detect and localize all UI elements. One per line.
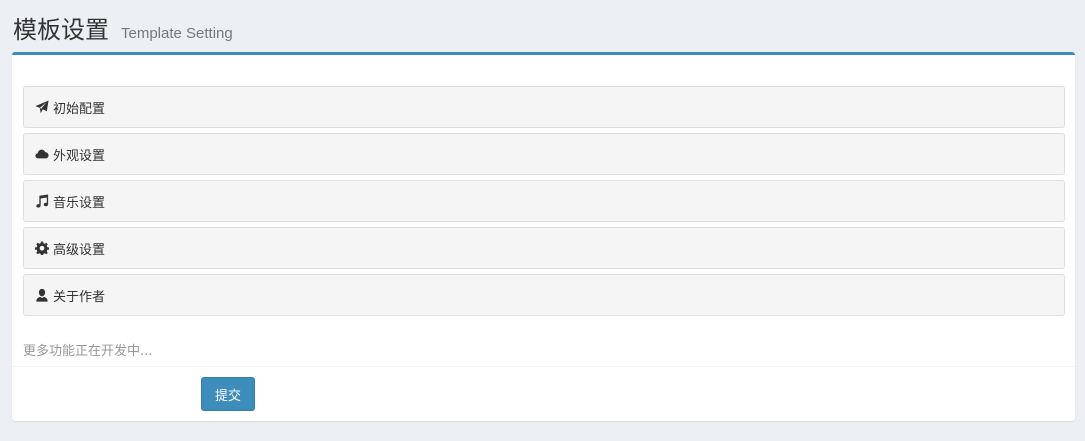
page-subtitle: Template Setting	[121, 25, 233, 42]
user-icon	[34, 288, 49, 303]
music-icon	[34, 194, 49, 209]
panel-label: 外观设置	[53, 148, 106, 164]
panel-initial-config[interactable]: 初始配置	[23, 86, 1065, 128]
panel-label: 关于作者	[53, 289, 106, 305]
panel-appearance[interactable]: 外观设置	[23, 133, 1065, 175]
panel-music[interactable]: 音乐设置	[23, 180, 1065, 222]
settings-panel-list: 初始配置 外观设置 音乐设置 高级设置 关于作者	[23, 86, 1065, 321]
gear-icon	[34, 241, 49, 256]
page-header: 模板设置 Template Setting	[13, 10, 233, 45]
panel-label: 初始配置	[53, 101, 106, 117]
panel-label: 音乐设置	[53, 195, 106, 211]
cloud-icon	[34, 147, 49, 162]
page-title: 模板设置	[13, 16, 109, 44]
footer-divider	[12, 366, 1075, 367]
paper-plane-icon	[34, 100, 49, 115]
panel-about-author[interactable]: 关于作者	[23, 274, 1065, 316]
settings-box: 初始配置 外观设置 音乐设置 高级设置 关于作者 更多功能正在开发中... 提交	[12, 52, 1075, 421]
panel-advanced[interactable]: 高级设置	[23, 227, 1065, 269]
panel-label: 高级设置	[53, 242, 106, 258]
more-features-note: 更多功能正在开发中...	[23, 344, 153, 359]
submit-button[interactable]: 提交	[201, 377, 255, 411]
